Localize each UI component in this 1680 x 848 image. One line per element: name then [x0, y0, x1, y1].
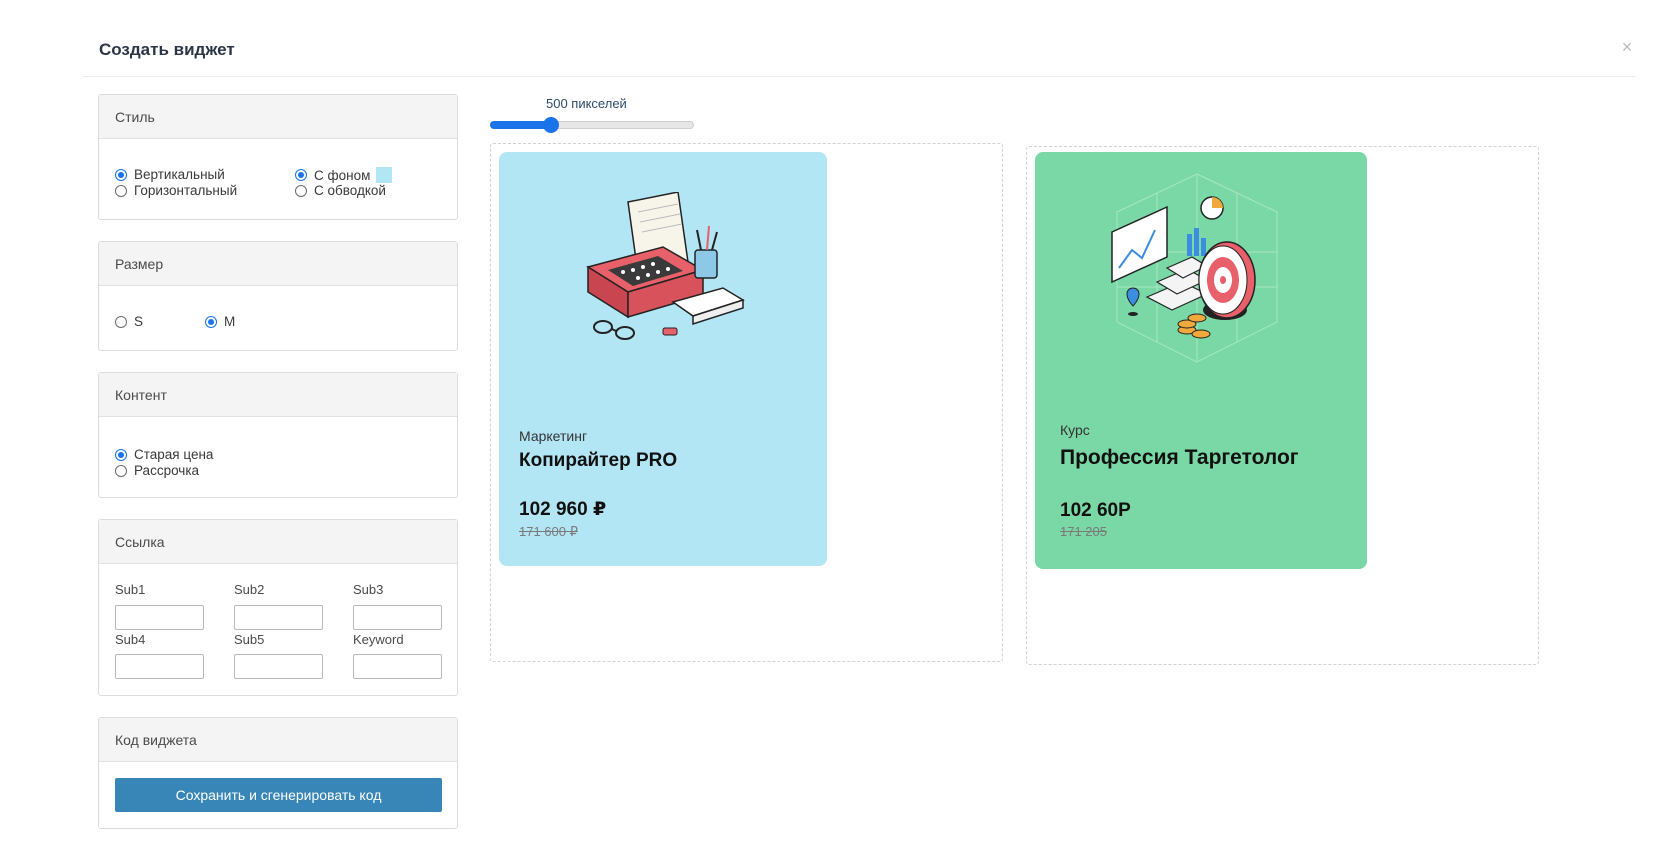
keyword-input[interactable]: [353, 654, 442, 679]
card-title: Профессия Таргетолог: [1060, 446, 1299, 469]
target-illustration: [1111, 173, 1278, 363]
style-panel-title: Стиль: [99, 95, 457, 139]
code-panel: Код виджета Сохранить и сгенерировать ко…: [98, 717, 458, 829]
style-panel: Стиль Вертикальный Горизонтальный С фоно…: [98, 94, 458, 220]
radio-label: С фоном: [314, 167, 371, 183]
keyword-label: Keyword: [353, 632, 404, 647]
sub3-label: Sub3: [353, 582, 384, 597]
radio-size-s[interactable]: S: [115, 314, 143, 329]
radio-with-border[interactable]: С обводкой: [295, 183, 386, 198]
radio-label: Старая цена: [134, 447, 214, 462]
radio-label: С обводкой: [314, 183, 386, 198]
size-panel: Размер S M: [98, 241, 458, 351]
save-generate-button[interactable]: Сохранить и сгенерировать код: [115, 778, 442, 812]
radio-dot: [115, 184, 127, 197]
card-price: 102 60Р: [1060, 500, 1131, 521]
radio-label: Вертикальный: [134, 167, 225, 182]
code-panel-title: Код виджета: [99, 718, 457, 762]
radio-horizontal[interactable]: Горизонтальный: [115, 183, 237, 198]
link-panel-title: Ссылка: [99, 520, 457, 564]
sub4-label: Sub4: [115, 632, 146, 647]
radio-dot: [115, 464, 127, 477]
product-card[interactable]: Маркетинг Копирайтер PRO 102 960 ₽ 171 6…: [499, 152, 827, 566]
radio-old-price[interactable]: Старая цена: [115, 447, 213, 462]
sub1-input[interactable]: [115, 605, 204, 630]
modal-title: Создать виджет: [99, 40, 235, 59]
radio-dot: [295, 184, 307, 197]
card-old-price: 171 600 ₽: [519, 524, 578, 539]
radio-label: M: [224, 314, 236, 329]
radio-dot: [115, 448, 127, 461]
sub1-label: Sub1: [115, 582, 146, 597]
card-old-price: 171 205: [1060, 524, 1107, 539]
link-panel: Ссылка Sub1 Sub2 Sub3 Sub4 Sub5 Keyword: [98, 519, 458, 696]
radio-dot: [295, 169, 307, 181]
color-swatch[interactable]: [376, 167, 393, 183]
sub5-label: Sub5: [234, 632, 265, 647]
sub2-input[interactable]: [234, 605, 323, 630]
close-icon[interactable]: ×: [1618, 38, 1636, 56]
sub2-label: Sub2: [234, 582, 265, 597]
sub5-input[interactable]: [234, 654, 323, 679]
content-panel: Контент Старая цена Рассрочка: [98, 372, 458, 498]
radio-dot: [115, 315, 127, 328]
radio-with-background[interactable]: С фоном: [295, 167, 393, 183]
radio-size-m[interactable]: M: [205, 314, 235, 329]
radio-dot: [115, 168, 127, 181]
card-category: Маркетинг: [519, 428, 588, 444]
sub4-input[interactable]: [115, 654, 204, 679]
size-panel-title: Размер: [99, 242, 457, 286]
slider-thumb[interactable]: [543, 117, 559, 133]
modal-header: Создать виджет ×: [83, 0, 1636, 77]
typewriter-illustration: [586, 192, 745, 340]
radio-installment[interactable]: Рассрочка: [115, 463, 199, 478]
card-price: 102 960 ₽: [519, 499, 607, 520]
radio-label: Горизонтальный: [134, 183, 238, 198]
radio-label: Рассрочка: [134, 463, 200, 478]
card-title: Копирайтер PRO: [519, 450, 678, 471]
width-slider[interactable]: 500 пикселей: [490, 94, 694, 134]
radio-dot: [205, 315, 217, 328]
card-category: Курс: [1060, 422, 1090, 438]
product-card[interactable]: Курс Профессия Таргетолог 102 60Р 171 20…: [1035, 152, 1367, 569]
sub3-input[interactable]: [353, 605, 442, 630]
slider-label: 500 пикселей: [546, 96, 627, 111]
radio-label: S: [134, 314, 144, 329]
radio-vertical[interactable]: Вертикальный: [115, 167, 225, 182]
content-panel-title: Контент: [99, 373, 457, 417]
